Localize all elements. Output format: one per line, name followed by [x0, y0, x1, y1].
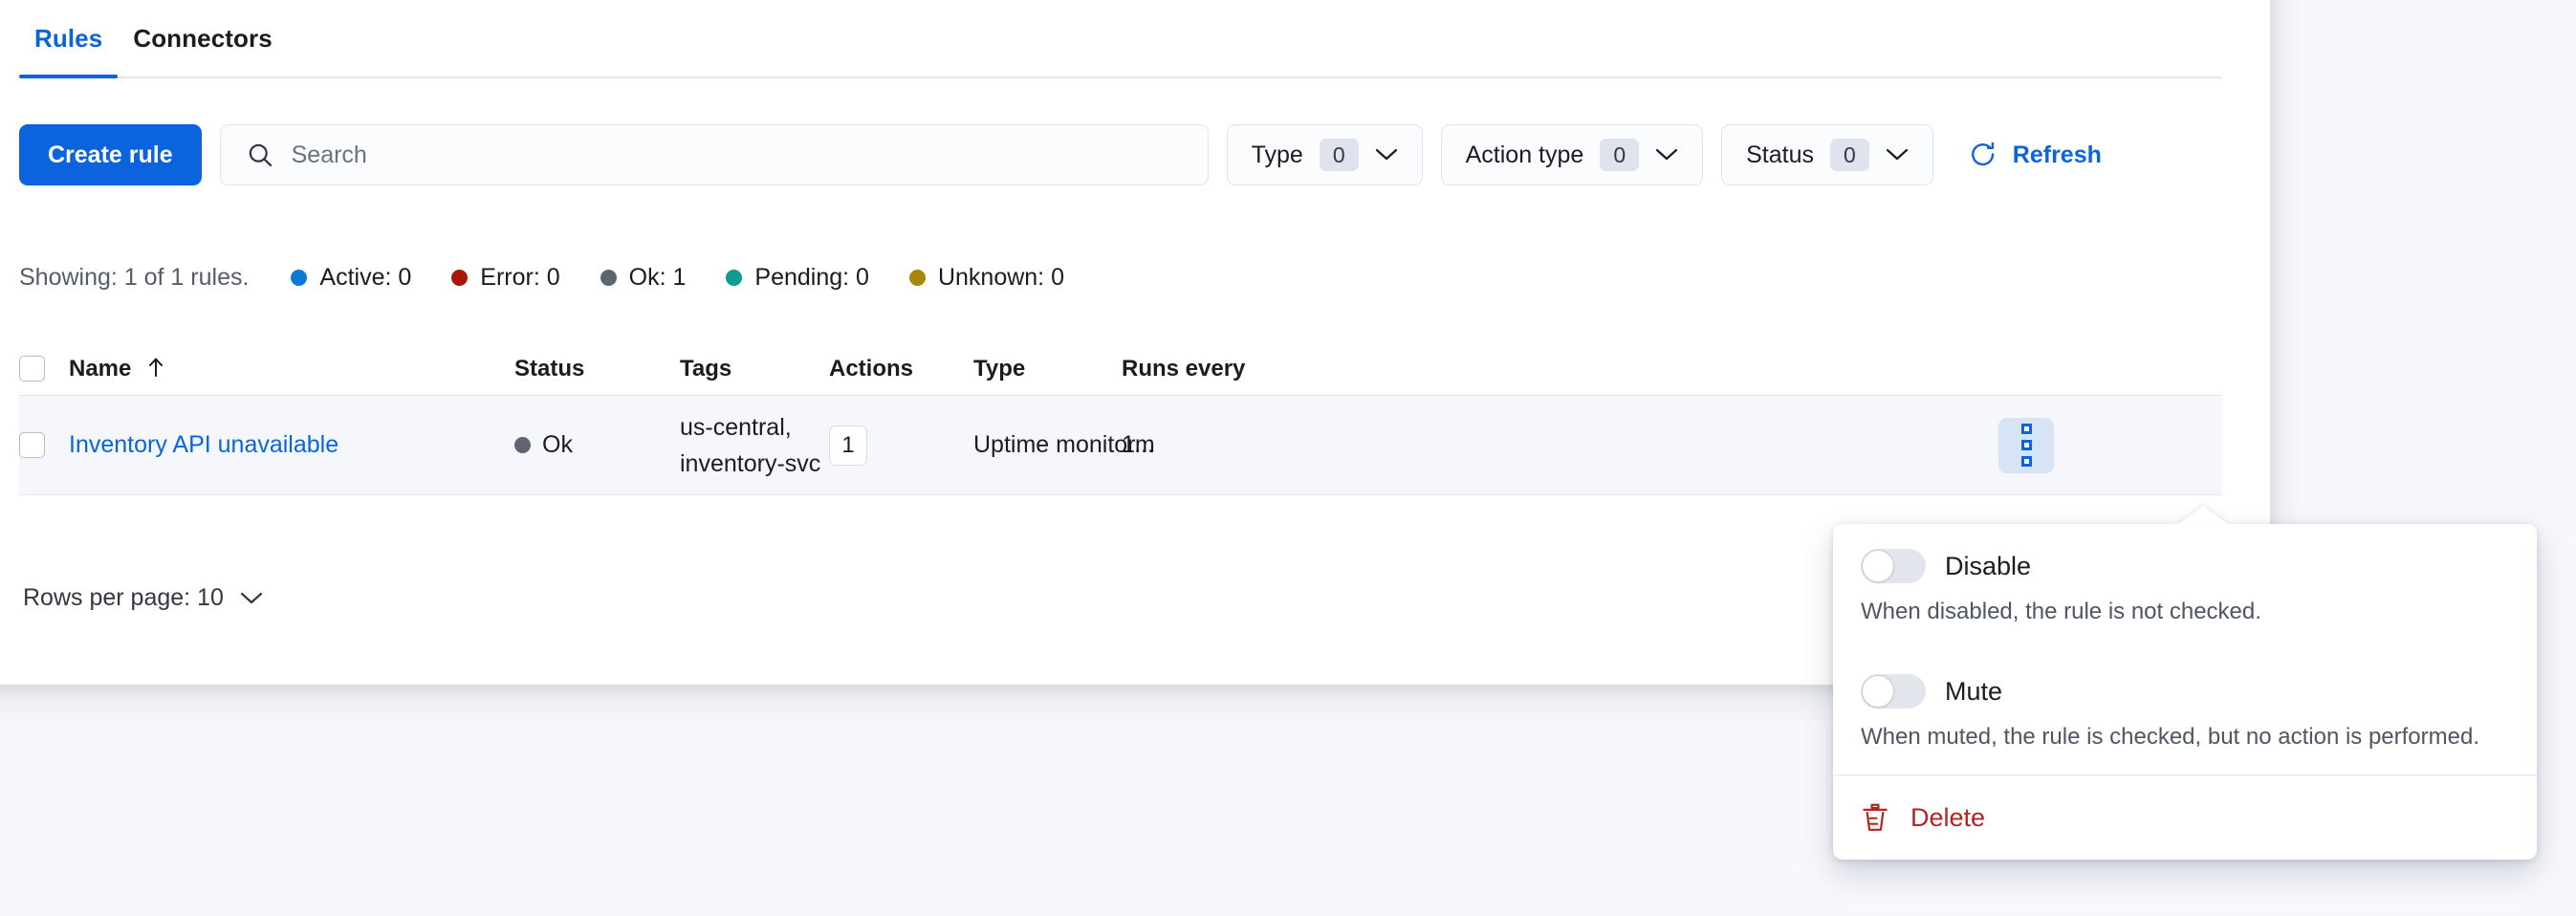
column-header-tags[interactable]: Tags: [680, 356, 829, 382]
rows-per-page-label: Rows per page: 10: [23, 584, 224, 612]
filter-type-count: 0: [1320, 139, 1359, 172]
trash-icon: [1861, 802, 1889, 833]
delete-rule-button[interactable]: Delete: [1833, 775, 2537, 860]
filter-type-label: Type: [1252, 142, 1303, 169]
tab-rules[interactable]: Rules: [19, 0, 118, 76]
stat-error: Error: 0: [451, 264, 559, 292]
refresh-icon: [1969, 141, 1997, 169]
stat-error-label: Error: 0: [480, 264, 559, 292]
column-header-actions-label: Actions: [829, 356, 913, 382]
showing-count: Showing: 1 of 1 rules.: [19, 264, 249, 292]
table-header-row: Name Status Tags Actions Type Runs every: [19, 342, 2222, 396]
popover-disable-section: Disable When disabled, the rule is not c…: [1833, 524, 2537, 649]
stat-active: Active: 0: [291, 264, 411, 292]
refresh-label: Refresh: [2013, 142, 2102, 169]
mute-toggle[interactable]: [1861, 674, 1926, 709]
column-header-type-label: Type: [973, 356, 1025, 382]
column-header-runs-every[interactable]: Runs every: [1122, 356, 2059, 382]
filter-action-type-button[interactable]: Action type 0: [1441, 124, 1703, 185]
create-rule-button[interactable]: Create rule: [19, 124, 202, 185]
column-header-type[interactable]: Type: [973, 356, 1122, 382]
row-actions-cell: 1: [829, 425, 973, 466]
status-dot-ok: [514, 437, 531, 453]
select-all-checkbox[interactable]: [19, 356, 45, 382]
row-name-cell: Inventory API unavailable: [69, 431, 514, 459]
rule-actions-popover: Disable When disabled, the rule is not c…: [1833, 524, 2537, 860]
filter-action-type-label: Action type: [1466, 142, 1584, 169]
filter-action-type-count: 0: [1600, 139, 1639, 172]
row-select-checkbox[interactable]: [19, 432, 45, 458]
column-header-status[interactable]: Status: [514, 356, 680, 382]
row-type-cell: Uptime monitor...: [973, 431, 1122, 459]
stat-ok-label: Ok: 1: [629, 264, 687, 292]
refresh-button[interactable]: Refresh: [1959, 141, 2111, 169]
filter-status-button[interactable]: Status 0: [1721, 124, 1933, 185]
tab-bar: Rules Connectors: [19, 0, 2222, 78]
row-status-label: Ok: [542, 431, 573, 459]
tab-rules-label: Rules: [34, 24, 102, 54]
row-runs-every-cell: 1m: [1122, 431, 2059, 459]
status-dot-active: [291, 270, 307, 286]
disable-toggle[interactable]: [1861, 549, 1926, 583]
status-dot-ok: [600, 270, 617, 286]
rule-name-link[interactable]: Inventory API unavailable: [69, 431, 338, 458]
column-header-actions[interactable]: Actions: [829, 356, 973, 382]
search-input[interactable]: [220, 124, 1209, 185]
row-tags-line-2: inventory-svc: [680, 446, 829, 482]
row-tags-cell: us-central, inventory-svc: [680, 409, 829, 482]
rows-per-page-selector[interactable]: Rows per page: 10: [19, 578, 267, 618]
toggle-knob: [1862, 675, 1894, 708]
chevron-down-icon: [1375, 148, 1398, 162]
popover-arrow: [2177, 506, 2229, 525]
filter-status-count: 0: [1830, 139, 1869, 172]
toggle-knob: [1862, 550, 1894, 582]
toolbar: Create rule Type 0 Action type 0 Status: [19, 124, 2111, 185]
stat-pending-label: Pending: 0: [754, 264, 869, 292]
stat-active-label: Active: 0: [319, 264, 411, 292]
status-dot-error: [451, 270, 468, 286]
mute-label: Mute: [1945, 677, 2002, 707]
kebab-dot-icon: [2021, 456, 2032, 467]
row-status-cell: Ok: [514, 431, 680, 459]
status-dot-unknown: [909, 270, 926, 286]
stat-unknown: Unknown: 0: [909, 264, 1064, 292]
stat-pending: Pending: 0: [726, 264, 869, 292]
chevron-down-icon: [1655, 148, 1678, 162]
row-runs-every-value: 1m: [1122, 431, 1155, 458]
rules-table: Name Status Tags Actions Type Runs every: [19, 342, 2222, 495]
column-header-tags-label: Tags: [680, 356, 731, 382]
mute-description: When muted, the rule is checked, but no …: [1861, 722, 2509, 752]
kebab-dot-icon: [2021, 440, 2032, 450]
delete-label: Delete: [1910, 803, 1985, 833]
table-row[interactable]: Inventory API unavailable Ok us-central,…: [19, 396, 2222, 495]
disable-label: Disable: [1945, 552, 2031, 581]
filter-status-label: Status: [1746, 142, 1814, 169]
sort-ascending-icon: [146, 356, 165, 379]
column-header-name-label: Name: [69, 356, 131, 382]
column-header-status-label: Status: [514, 356, 584, 382]
rules-management-page: Rules Connectors Create rule Type 0 Acti…: [0, 0, 2576, 916]
row-actions-menu-button[interactable]: [1998, 418, 2054, 473]
row-tags-line-1: us-central,: [680, 409, 829, 446]
rules-summary: Showing: 1 of 1 rules. Active: 0 Error: …: [19, 264, 1104, 292]
filter-type-button[interactable]: Type 0: [1227, 124, 1423, 185]
row-select-cell: [19, 432, 69, 458]
column-header-name[interactable]: Name: [69, 356, 514, 382]
chevron-down-icon: [1886, 148, 1909, 162]
disable-description: When disabled, the rule is not checked.: [1861, 597, 2509, 626]
tab-connectors-label: Connectors: [133, 24, 272, 54]
tab-connectors[interactable]: Connectors: [118, 0, 287, 76]
search-field-wrapper: [220, 124, 1209, 185]
actions-count-badge[interactable]: 1: [829, 425, 867, 466]
chevron-down-icon: [240, 592, 263, 605]
select-all-cell: [19, 356, 69, 382]
status-dot-pending: [726, 270, 742, 286]
popover-mute-section: Mute When muted, the rule is checked, bu…: [1833, 649, 2537, 774]
stat-unknown-label: Unknown: 0: [938, 264, 1064, 292]
kebab-dot-icon: [2021, 424, 2032, 434]
column-header-runs-every-label: Runs every: [1122, 356, 1245, 382]
stat-ok: Ok: 1: [600, 264, 687, 292]
